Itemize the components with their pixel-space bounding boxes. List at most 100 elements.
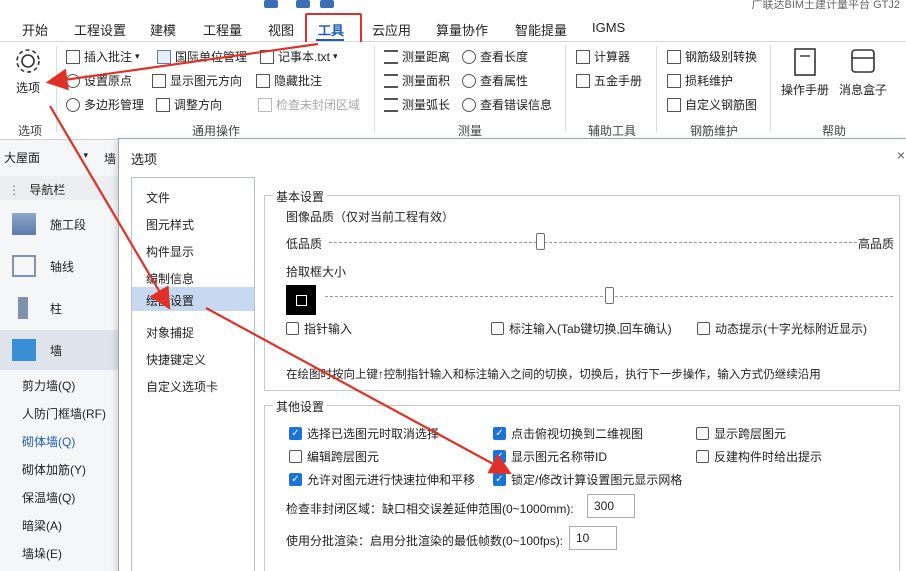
rebar-grade-button[interactable]: 钢筋级别转换	[667, 48, 757, 65]
options-dialog: 选项 × 文件 图元样式 构件显示 编制信息 绘图设置 对象捕捉 快捷键定义 自…	[118, 138, 906, 571]
menu-igms[interactable]: IGMS	[592, 20, 625, 35]
hide-comment-button[interactable]: 隐藏批注	[256, 72, 322, 89]
sub-item-civil-door-wall[interactable]: 人防门框墙(RF)	[22, 405, 106, 422]
category-component-display[interactable]: 构件显示	[132, 238, 254, 262]
menu-cloud[interactable]: 云应用	[372, 20, 411, 39]
manual-book-icon	[794, 48, 816, 76]
view-property-button[interactable]: 查看属性	[462, 72, 528, 89]
wall-tab-partial: 墙	[104, 152, 117, 166]
image-quality-slider-track[interactable]	[329, 242, 857, 244]
sub-item-masonry-wall[interactable]: 砌体墙(Q)	[22, 433, 75, 450]
navbar-header: ⋮ 导航栏	[0, 176, 120, 200]
checkbox-box	[696, 450, 709, 463]
menu-smart-extract[interactable]: 智能提量	[515, 20, 567, 39]
show-name-id-checkbox[interactable]: ✓ 显示图元名称带ID	[493, 448, 607, 465]
menu-start[interactable]: 开始	[22, 20, 48, 39]
checkbox-box: ✓	[493, 450, 506, 463]
calculator-icon	[576, 49, 590, 64]
sub-item-masonry-rebar[interactable]: 砌体加筋(Y)	[22, 461, 86, 478]
pick-size-slider-thumb[interactable]	[605, 287, 614, 304]
quick-stretch-checkbox[interactable]: ✓ 允许对图元进行快速拉伸和平移	[289, 471, 475, 488]
category-compile-info[interactable]: 编制信息	[132, 265, 254, 289]
sub-item-insulation-wall[interactable]: 保温墙(Q)	[22, 489, 75, 506]
top-view-2d-checkbox[interactable]: ✓ 点击俯视切换到二维视图	[493, 425, 643, 442]
view-property-label: 查看属性	[480, 74, 529, 88]
dynamic-hint-checkbox[interactable]: 动态提示(十字光标附近显示)	[697, 320, 867, 337]
category-object-snap[interactable]: 对象捕捉	[132, 319, 254, 343]
message-box-button[interactable]: 消息盒子	[836, 46, 890, 98]
chart-icon	[667, 73, 681, 88]
reverse-build-hint-checkbox[interactable]: 反建构件时给出提示	[696, 448, 822, 465]
category-shortcut-keys[interactable]: 快捷键定义	[132, 346, 254, 370]
edit-cross-floor-checkbox[interactable]: 编辑跨层图元	[289, 448, 379, 465]
batch-render-label: 使用分批渲染：启用分批渲染的最低帧数(0~100fps):	[286, 534, 564, 548]
quick-stretch-label: 允许对图元进行快速拉伸和平移	[307, 473, 476, 487]
measure-arc-button[interactable]: 测量弧长	[384, 96, 450, 113]
check-unclosed-button[interactable]: 检查未封闭区域	[258, 96, 360, 113]
view-length-label: 查看长度	[480, 50, 529, 64]
measure-area-button[interactable]: 测量面积	[384, 72, 450, 89]
set-origin-button[interactable]: 设置原点	[66, 72, 132, 89]
view-error-button[interactable]: 查看错误信息	[462, 96, 552, 113]
sub-item-shear-wall[interactable]: 剪力墙(Q)	[22, 377, 75, 394]
loss-maintain-label: 损耗维护	[685, 74, 734, 88]
operation-manual-button[interactable]: 操作手册	[778, 46, 832, 98]
show-direction-button[interactable]: 显示图元方向	[152, 72, 242, 89]
quick-access-icon[interactable]	[264, 0, 278, 8]
cube-icon	[12, 213, 36, 235]
category-custom-tabs[interactable]: 自定义选项卡	[132, 373, 254, 397]
sub-item-hidden-beam[interactable]: 暗梁(A)	[22, 517, 62, 534]
adjust-direction-button[interactable]: 调整方向	[156, 96, 222, 113]
measure-distance-button[interactable]: 测量距离	[384, 48, 450, 65]
pen-icon	[667, 97, 681, 112]
menu-collaboration[interactable]: 算量协作	[436, 20, 488, 39]
check-unclosed-input[interactable]: 300	[587, 494, 635, 518]
dim-input-checkbox[interactable]: 标注输入(Tab键切换,回车确认)	[491, 320, 672, 337]
insert-comment-button[interactable]: 插入批注 ▾	[66, 48, 140, 65]
grid-icon	[12, 255, 36, 277]
batch-render-input[interactable]: 10	[569, 526, 617, 550]
nav-item-column[interactable]: 柱	[0, 288, 120, 328]
quick-access-icon[interactable]	[296, 0, 310, 8]
hardware-manual-button[interactable]: 五金手册	[576, 72, 642, 89]
pointer-input-checkbox[interactable]: 指针输入	[286, 320, 352, 337]
nav-item-construction-section[interactable]: 施工段	[0, 204, 120, 244]
floor-select[interactable]: 大屋面 ▾	[0, 145, 90, 169]
magnifier-icon	[462, 49, 476, 64]
quick-access-icon[interactable]	[320, 0, 334, 8]
message-box-icon	[851, 49, 875, 73]
nav-item-axis[interactable]: 轴线	[0, 246, 120, 286]
lock-grid-checkbox[interactable]: ✓ 锁定/修改计算设置图元显示网格	[493, 471, 682, 488]
view-length-button[interactable]: 查看长度	[462, 48, 528, 65]
nav-item-wall[interactable]: 墙	[0, 330, 120, 370]
category-file[interactable]: 文件	[132, 184, 254, 208]
loss-maintain-button[interactable]: 损耗维护	[667, 72, 733, 89]
edit-cross-floor-label: 编辑跨层图元	[307, 450, 380, 464]
nav-item-label: 柱	[50, 301, 63, 316]
custom-rebar-button[interactable]: 自定义钢筋图	[667, 96, 757, 113]
menu-quantity[interactable]: 工程量	[203, 20, 242, 39]
menu-modeling[interactable]: 建模	[150, 20, 176, 39]
menu-project-settings[interactable]: 工程设置	[74, 20, 126, 39]
close-icon[interactable]: ×	[897, 147, 905, 163]
menu-view[interactable]: 视图	[268, 20, 294, 39]
options-button[interactable]: 选项	[10, 46, 46, 96]
category-element-style[interactable]: 图元样式	[132, 211, 254, 235]
notepad-button[interactable]: 记事本.txt ▾	[260, 48, 338, 65]
unit-manage-label: 国际单位管理	[175, 50, 248, 64]
calculator-button[interactable]: 计算器	[576, 48, 630, 65]
deselect-selected-checkbox[interactable]: ✓ 选择已选图元时取消选择	[289, 425, 439, 442]
deselect-selected-label: 选择已选图元时取消选择	[307, 427, 440, 441]
image-quality-slider-thumb[interactable]	[536, 233, 546, 250]
unit-manage-button[interactable]: 国际单位管理	[157, 48, 247, 65]
region-icon	[258, 97, 272, 112]
checkbox-box	[289, 450, 302, 463]
polygon-manage-button[interactable]: 多边形管理	[66, 96, 144, 113]
checkbox-box: ✓	[493, 427, 506, 440]
show-cross-floor-checkbox[interactable]: 显示跨层图元	[696, 425, 786, 442]
sub-item-wall-pier[interactable]: 墙垛(E)	[22, 545, 62, 562]
insert-comment-label: 插入批注	[84, 50, 133, 64]
message-box-label: 消息盒子	[838, 83, 887, 97]
chevron-down-icon: ▾	[83, 150, 88, 160]
category-drawing-settings[interactable]: 绘图设置	[132, 287, 254, 311]
